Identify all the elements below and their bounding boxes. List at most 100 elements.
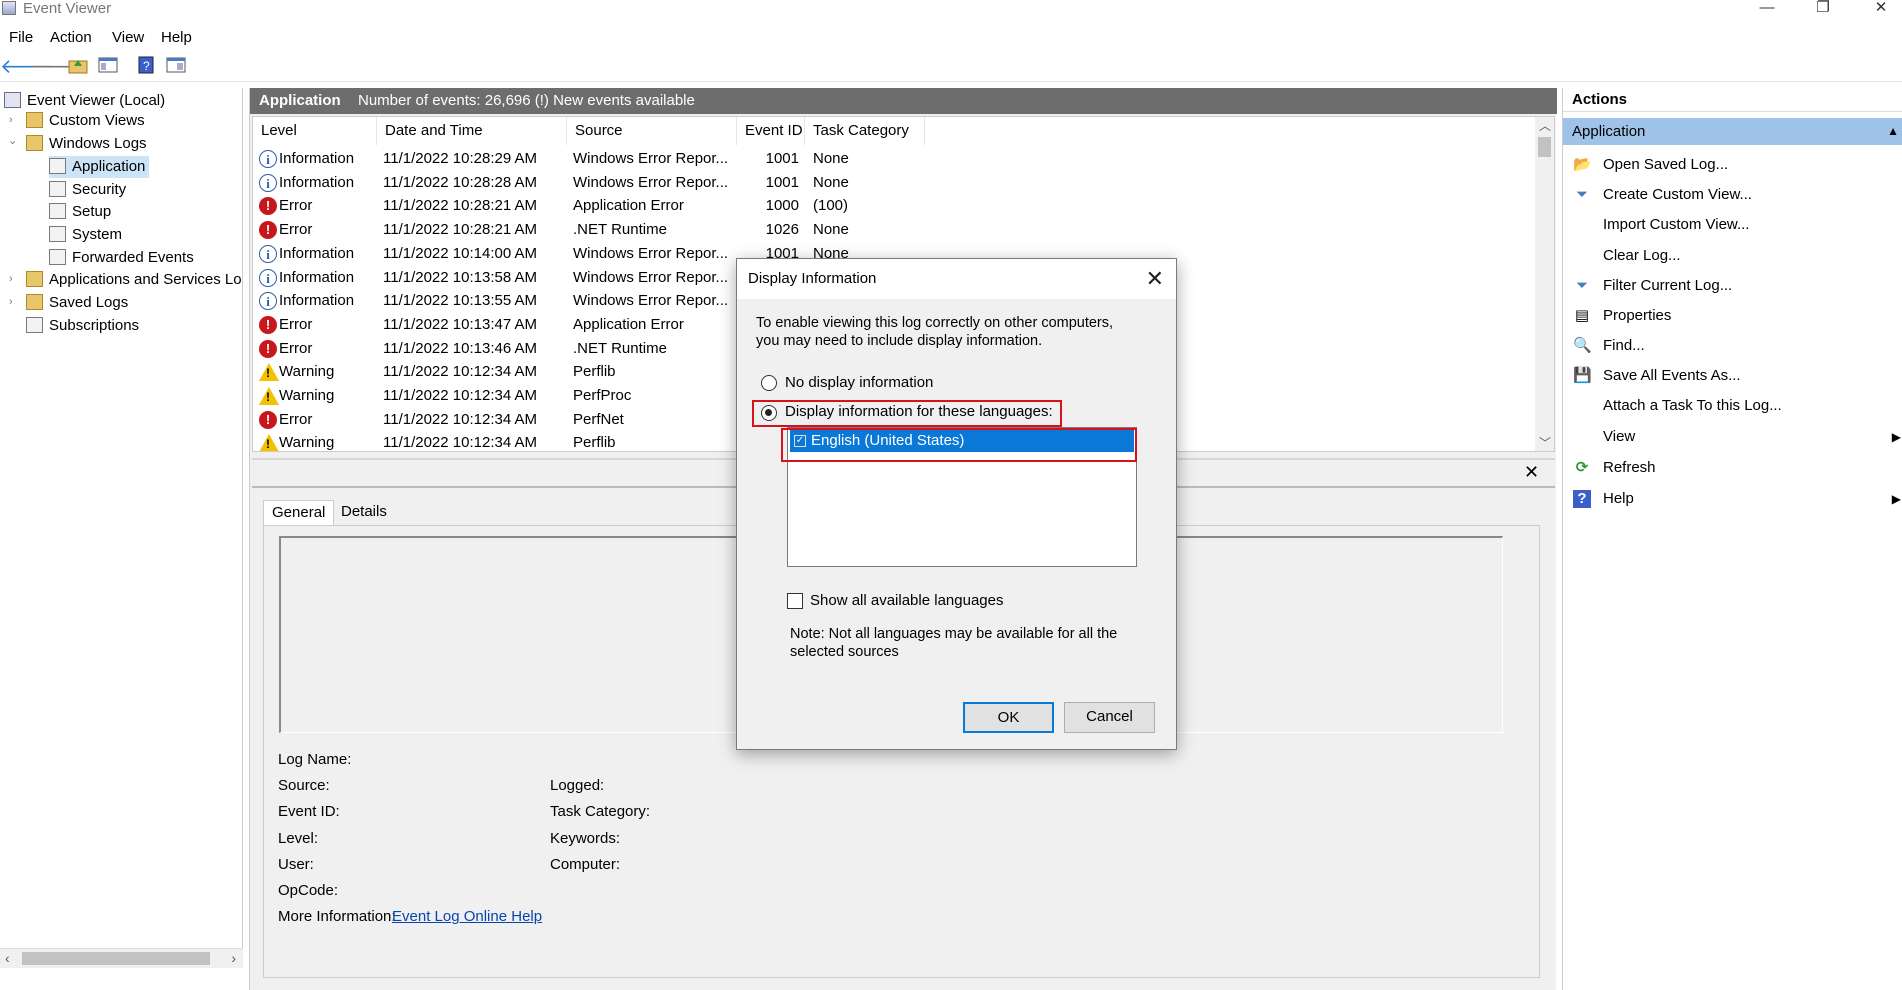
tree-item-apps-services[interactable]: Applications and Services Log — [26, 269, 242, 291]
action-filter-current-log[interactable]: ⏷ Filter Current Log... — [1563, 271, 1902, 301]
scroll-thumb[interactable] — [22, 952, 210, 965]
action-attach-a-task-to-this-log[interactable]: Attach a Task To this Log... — [1563, 391, 1902, 421]
no-display-info-radio[interactable] — [761, 375, 777, 391]
close-detail-icon[interactable]: ✕ — [1524, 462, 1539, 483]
tree-item-label: Subscriptions — [49, 317, 140, 334]
tree-item-root[interactable]: Event Viewer (Local) — [4, 90, 165, 112]
forward-arrow-icon[interactable]: 🡒 — [28, 56, 82, 78]
label-task-category: Task Category: — [550, 803, 651, 820]
actions-header: Actions — [1563, 88, 1902, 112]
event-log-online-help-link[interactable]: Event Log Online Help — [392, 908, 542, 925]
action-find[interactable]: 🔍 Find... — [1563, 331, 1902, 361]
display-langs-label[interactable]: Display information for these languages: — [785, 403, 1053, 420]
chevron-right-icon[interactable]: › — [9, 296, 13, 308]
label-event-id: Event ID: — [278, 803, 340, 820]
close-window-button[interactable]: ✕ — [1866, 0, 1896, 18]
collapse-up-icon[interactable]: ▲ — [1887, 118, 1899, 145]
tree-item-label: Saved Logs — [49, 294, 129, 311]
chevron-right-icon[interactable]: › — [9, 114, 13, 126]
scroll-right-icon[interactable]: › — [231, 950, 236, 966]
table-row[interactable]: ! Error 11/1/2022 10:28:21 AM .NET Runtime N… — [253, 218, 1533, 242]
tree-item-security[interactable]: Security — [49, 179, 126, 201]
tree-item-saved-logs[interactable]: Saved Logs — [26, 292, 128, 314]
cell-source: Windows Error Repor... — [573, 268, 729, 286]
tree-item-label: Setup — [72, 203, 112, 220]
menu-action[interactable]: Action — [50, 29, 92, 46]
menu-view[interactable]: View — [112, 29, 144, 46]
menu-file[interactable]: File — [9, 29, 33, 46]
tree-item-forwarded-events[interactable]: Forwarded Events — [49, 247, 194, 269]
restore-button[interactable]: ❐ — [1808, 0, 1838, 18]
scroll-down-icon[interactable]: ﹀ — [1539, 434, 1551, 451]
table-row[interactable]: i Information 11/1/2022 10:28:28 AM Windows… — [253, 171, 1533, 195]
cell-date-time: 11/1/2022 10:12:34 AM — [383, 363, 538, 381]
scroll-up-icon[interactable]: ︿ — [1539, 117, 1551, 134]
cell-level: Warning — [279, 363, 335, 381]
action-save-all-events-as[interactable]: 💾 Save All Events As... — [1563, 361, 1902, 391]
tab-general[interactable]: General — [263, 500, 335, 526]
cell-source: Windows Error Repor... — [573, 244, 729, 262]
folder-icon — [26, 294, 43, 310]
cell-source: Windows Error Repor... — [573, 292, 729, 310]
tree-item-system[interactable]: System — [49, 224, 122, 246]
action-create-custom-view[interactable]: ⏷ Create Custom View... — [1563, 180, 1902, 210]
display-langs-radio[interactable] — [761, 405, 777, 421]
column-event-id[interactable]: Event ID — [737, 117, 805, 145]
cancel-button[interactable]: Cancel — [1064, 702, 1155, 733]
refresh-icon: ⟳ — [1575, 459, 1589, 476]
cell-level: Information — [279, 173, 355, 191]
actions-section-application[interactable]: Application ▲ — [1563, 118, 1902, 145]
tree-item-subscriptions[interactable]: Subscriptions — [26, 315, 139, 337]
help-toolbar-icon[interactable]: ? — [134, 56, 158, 78]
table-row[interactable]: ! Error 11/1/2022 10:28:21 AM Application E… — [253, 194, 1533, 218]
folder-icon — [26, 271, 43, 287]
tab-details[interactable]: Details — [333, 500, 395, 526]
display-information-dialog: Display Information ✕ To enable viewing … — [736, 258, 1177, 750]
back-arrow-icon[interactable]: 🡐 — [0, 56, 54, 78]
action-clear-log[interactable]: Clear Log... — [1563, 241, 1902, 271]
column-source[interactable]: Source — [567, 117, 737, 145]
ok-button[interactable]: OK — [963, 702, 1054, 733]
up-folder-icon[interactable] — [66, 56, 90, 78]
svg-text:?: ? — [143, 59, 150, 73]
tree-item-setup[interactable]: Setup — [49, 201, 111, 223]
action-label: Find... — [1603, 337, 1645, 354]
log-icon — [49, 203, 66, 219]
action-properties[interactable]: ▤ Properties — [1563, 301, 1902, 331]
column-level[interactable]: Level — [253, 117, 377, 145]
error-icon: ! — [259, 339, 277, 358]
tree-item-label: Windows Logs — [49, 135, 147, 152]
show-hide-action-pane-icon[interactable] — [164, 56, 188, 78]
no-display-info-label[interactable]: No display information — [785, 374, 933, 391]
show-all-languages-checkbox[interactable] — [787, 593, 803, 609]
action-label: Filter Current Log... — [1603, 277, 1733, 294]
show-all-languages-label[interactable]: Show all available languages — [810, 592, 1003, 609]
title-bar: Event Viewer — ❐ ✕ — [0, 0, 1902, 18]
column-task-category[interactable]: Task Category — [805, 117, 925, 145]
action-help[interactable]: ? Help ▶ — [1563, 484, 1902, 514]
action-view[interactable]: View ▶ — [1563, 422, 1902, 452]
menu-bar: File Action View Help — [0, 27, 1902, 49]
action-refresh[interactable]: ⟳ Refresh — [1563, 453, 1902, 483]
action-open-saved-log[interactable]: 📂 Open Saved Log... — [1563, 150, 1902, 180]
tree-item-windows-logs[interactable]: Windows Logs — [26, 133, 147, 155]
table-row[interactable]: i Information 11/1/2022 10:28:29 AM Windows… — [253, 147, 1533, 171]
events-vertical-scrollbar[interactable]: ︿ ﹀ — [1535, 117, 1554, 451]
cell-event-id: 1001 — [765, 173, 799, 191]
show-hide-tree-icon[interactable] — [96, 56, 120, 78]
menu-help[interactable]: Help — [161, 29, 192, 46]
action-import-custom-view[interactable]: Import Custom View... — [1563, 210, 1902, 240]
chevron-right-icon[interactable]: › — [9, 273, 13, 285]
column-date-time[interactable]: Date and Time — [377, 117, 567, 145]
tree-horizontal-scrollbar[interactable]: ‹ › — [0, 948, 243, 968]
scroll-left-icon[interactable]: ‹ — [5, 950, 10, 966]
tree-item-application[interactable]: Application — [49, 156, 150, 178]
scroll-thumb[interactable] — [1538, 137, 1551, 157]
chevron-down-icon[interactable]: ⌄ — [8, 134, 17, 147]
error-icon: ! — [259, 221, 277, 240]
tree-item-custom-views[interactable]: Custom Views — [26, 110, 145, 132]
minimize-button[interactable]: — — [1752, 0, 1782, 18]
submenu-arrow-icon: ▶ — [1891, 492, 1901, 506]
cell-source: Application Error — [573, 197, 684, 215]
close-icon[interactable]: ✕ — [1146, 266, 1164, 292]
